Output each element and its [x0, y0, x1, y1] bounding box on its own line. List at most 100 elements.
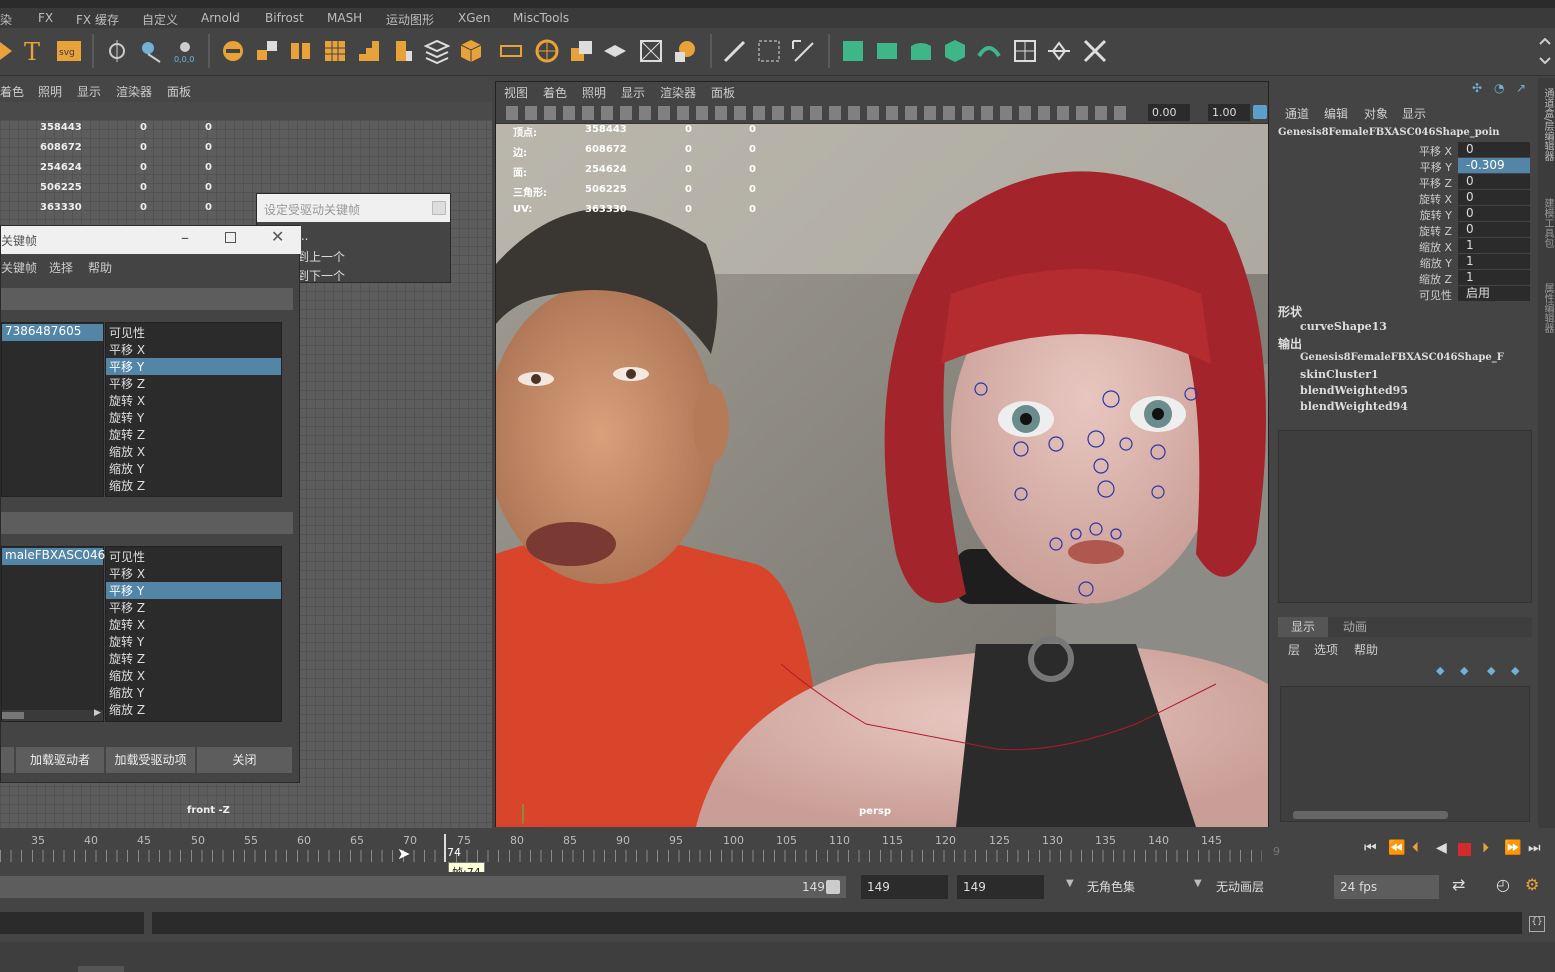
snap-icon[interactable] — [138, 38, 164, 64]
combine-icon[interactable] — [568, 38, 594, 64]
fps-dropdown[interactable]: 24 fps — [1334, 875, 1439, 899]
menu-display[interactable]: 显示 — [1402, 105, 1426, 122]
shelf-tab[interactable]: MASH — [327, 11, 362, 25]
refresh-icon[interactable]: ◔ — [1494, 81, 1504, 95]
side-tab-attribute-editor[interactable]: 属性编辑器 — [1539, 283, 1553, 333]
menu-keys[interactable]: 关键帧 — [1, 259, 37, 276]
shelf-tab[interactable]: 运动图形 — [386, 11, 434, 28]
chevron-down-icon[interactable]: ▼ — [1066, 878, 1074, 889]
menu-help[interactable]: 帮助 — [88, 259, 112, 276]
loop-icon[interactable]: ⇄ — [1452, 875, 1465, 894]
command-input[interactable] — [152, 912, 1522, 934]
channel-label[interactable]: 平移 Z — [1392, 175, 1452, 191]
green-wrap-icon[interactable] — [874, 38, 900, 64]
edit-pen-icon[interactable] — [790, 38, 816, 64]
attr-item[interactable]: 缩放 Z — [106, 477, 281, 494]
shelf-scroll-icon[interactable] — [1532, 38, 1555, 64]
shelf-tab[interactable]: Arnold — [201, 11, 240, 25]
channel-label[interactable]: 平移 Y — [1392, 159, 1452, 175]
horizontal-scrollbar[interactable]: ▶ — [2, 708, 103, 721]
current-frame-field[interactable]: 9 — [1268, 842, 1360, 864]
joint-icon[interactable] — [1046, 38, 1072, 64]
menu-item-next[interactable]: 到下一个 — [297, 267, 345, 284]
layer-scroll-thumb[interactable] — [1293, 811, 1448, 819]
range-slider[interactable]: 149 — [0, 876, 846, 898]
grid-icon[interactable] — [322, 38, 348, 64]
current-frame-marker[interactable] — [444, 834, 446, 862]
menu-channels[interactable]: 通道 — [1285, 105, 1309, 122]
side-tab-modeling-toolkit[interactable]: 建模工具包 — [1539, 198, 1553, 248]
edit-icon[interactable]: ↗ — [1516, 81, 1526, 95]
channel-value[interactable]: 0 — [1458, 206, 1530, 221]
menu-show[interactable]: 显示 — [621, 84, 645, 101]
channel-label[interactable]: 平移 X — [1392, 143, 1452, 159]
time-slider[interactable]: 35 40 45 50 55 60 65 70 75 80 85 90 95 1… — [0, 832, 1265, 866]
channel-label[interactable]: 可见性 — [1392, 287, 1452, 303]
channel-label[interactable]: 旋转 X — [1392, 191, 1452, 207]
previous-key-icon[interactable]: ⏴ — [1412, 840, 1419, 856]
attr-item[interactable]: 缩放 Y — [106, 460, 281, 477]
channel-label[interactable]: 缩放 Z — [1392, 271, 1452, 287]
flatten-icon[interactable] — [602, 38, 628, 64]
menu-select[interactable]: 选择 — [49, 259, 73, 276]
new-layer-selected-icon[interactable]: ◆ — [1511, 664, 1519, 677]
side-tab-channel-box[interactable]: 通道盒/层编辑器 — [1539, 88, 1553, 161]
output-item[interactable]: skinCluster1 — [1300, 368, 1379, 381]
channel-value[interactable]: 0 — [1458, 190, 1530, 205]
driven-object-item[interactable]: maleFBXASC046Sh — [2, 548, 120, 565]
axis-icon[interactable]: ✣ — [1472, 81, 1482, 95]
green-box-icon[interactable] — [942, 38, 968, 64]
attr-item[interactable]: 平移 Z — [106, 375, 281, 392]
attr-item[interactable]: 可见性 — [106, 548, 281, 565]
menu-view[interactable]: 视图 — [504, 84, 528, 101]
shelf-tab[interactable]: XGen — [458, 11, 491, 25]
close-button[interactable]: 关闭 — [197, 747, 292, 773]
driver-attribute-list[interactable]: 可见性 平移 X 平移 Y 平移 Z 旋转 X 旋转 Y 旋转 Z 缩放 X 缩… — [105, 322, 282, 497]
new-layer-icon[interactable]: ◆ — [1487, 664, 1495, 677]
exposure-field[interactable]: 0.00 — [1148, 104, 1190, 121]
next-key-icon[interactable]: ⏵ — [1482, 840, 1489, 856]
shelf-tab[interactable]: FX 缓存 — [76, 11, 119, 28]
menu-panels[interactable]: 面板 — [711, 84, 735, 101]
channel-value[interactable]: 1 — [1458, 238, 1530, 253]
channel-label[interactable]: 旋转 Y — [1392, 207, 1452, 223]
menu-show[interactable]: 显示 — [77, 83, 101, 100]
close-icon[interactable]: ✕ — [271, 227, 284, 246]
frame-icon[interactable] — [638, 38, 664, 64]
menu-object[interactable]: 对象 — [1364, 105, 1388, 122]
cube-icon[interactable] — [458, 38, 484, 64]
driven-object-list[interactable]: maleFBXASC046Sh ▶ — [1, 546, 120, 722]
menu-renderer[interactable]: 渲染器 — [116, 83, 152, 100]
channel-value[interactable]: 0 — [1458, 222, 1530, 237]
output-item[interactable]: blendWeighted95 — [1300, 384, 1408, 397]
text-tool-icon[interactable]: T — [22, 38, 48, 64]
attr-item[interactable]: 缩放 Y — [106, 684, 281, 701]
lattice-icon[interactable] — [1012, 38, 1038, 64]
channel-value[interactable]: 0 — [1458, 142, 1530, 157]
tab-display[interactable]: 显示 — [1278, 617, 1328, 637]
scrollbar-thumb[interactable] — [2, 712, 24, 719]
channel-value[interactable]: 1 — [1458, 254, 1530, 269]
tab-animation[interactable]: 动画 — [1330, 617, 1380, 637]
menu-lighting[interactable]: 照明 — [38, 83, 62, 100]
menu-shading[interactable]: 着色 — [543, 84, 567, 101]
step-forward-icon[interactable]: ⏩ — [1504, 840, 1521, 856]
sphere-icon[interactable] — [534, 38, 560, 64]
attr-item[interactable]: 平移 X — [106, 565, 281, 582]
preferences-icon[interactable]: ⚙ — [1525, 875, 1539, 894]
attr-item[interactable]: 平移 Z — [106, 599, 281, 616]
node-name[interactable]: Genesis8FemaleFBXASC046Shape_poin — [1278, 127, 1500, 138]
mesh-icon[interactable] — [672, 38, 698, 64]
channel-value[interactable]: 0 — [1458, 174, 1530, 189]
menu-layers[interactable]: 层 — [1288, 641, 1300, 658]
channel-label[interactable]: 旋转 Z — [1392, 223, 1452, 239]
shelf-tab[interactable]: FX — [38, 11, 53, 25]
green-cube-icon[interactable] — [840, 38, 866, 64]
driver-object-item[interactable]: 7386487605 — [2, 324, 103, 341]
gamma-field[interactable]: 1.00 — [1208, 104, 1250, 121]
output-item[interactable]: blendWeighted94 — [1300, 400, 1408, 413]
attr-item[interactable]: 旋转 X — [106, 392, 281, 409]
cross-tool-icon[interactable] — [1082, 38, 1108, 64]
color-management-icon[interactable] — [1253, 105, 1267, 119]
step-back-icon[interactable]: ⏪ — [1388, 840, 1405, 856]
